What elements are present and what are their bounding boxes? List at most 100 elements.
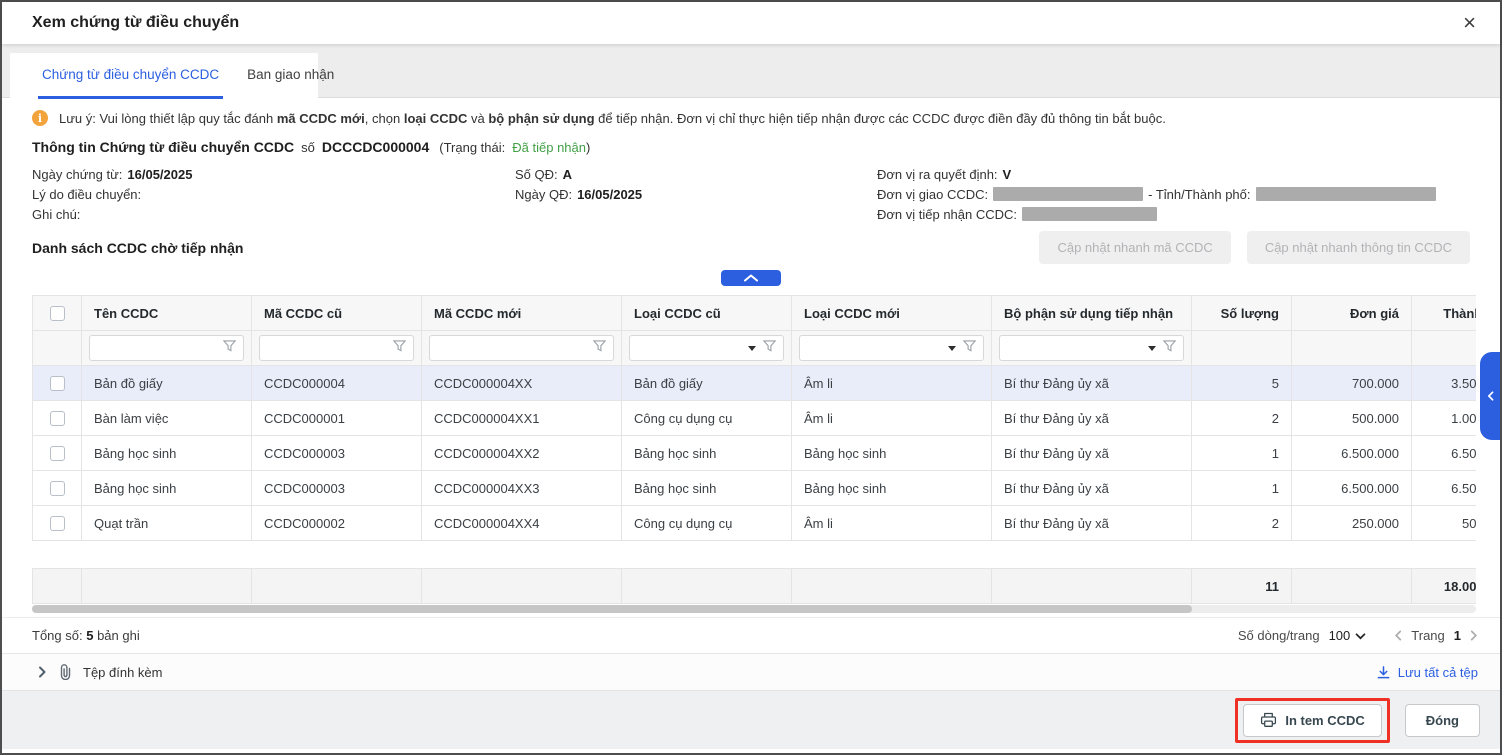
cell: Bảng học sinh — [792, 436, 992, 471]
total-quantity: 11 — [1192, 569, 1292, 604]
page-title: Xem chứng từ điều chuyển — [32, 14, 1463, 32]
cell: Bảng học sinh — [622, 471, 792, 506]
action-bar: In tem CCDC Đóng — [2, 691, 1500, 749]
col-so-luong[interactable]: Số lượng — [1192, 296, 1292, 331]
annotation-highlight-box: In tem CCDC — [1235, 698, 1389, 743]
field-don-vi-giao: Đơn vị giao CCDC:- Tỉnh/Thành phố: — [877, 184, 1470, 204]
print-label-button[interactable]: In tem CCDC — [1243, 704, 1381, 737]
next-page-button[interactable] — [1470, 630, 1478, 641]
save-all-files-link[interactable]: Lưu tất cả tệp — [1376, 665, 1478, 680]
filter-input-ma-ccdc-moi[interactable] — [437, 337, 586, 359]
row-checkbox-cell — [33, 366, 82, 401]
row-checkbox-cell — [33, 436, 82, 471]
filter-funnel-icon[interactable] — [1163, 340, 1176, 356]
header-checkbox-cell — [33, 296, 82, 331]
field-ngay-chung-tu: Ngày chứng từ:16/05/2025 — [32, 164, 515, 184]
filter-cell — [82, 331, 252, 366]
horizontal-scrollbar[interactable] — [32, 605, 1476, 613]
col-ten-ccdc[interactable]: Tên CCDC — [82, 296, 252, 331]
filter-funnel-icon[interactable] — [223, 340, 236, 356]
cell: Công cụ dụng cụ — [622, 401, 792, 436]
list-title: Danh sách CCDC chờ tiếp nhận — [32, 240, 1023, 256]
collapse-button[interactable] — [721, 270, 781, 286]
filter-row — [33, 331, 1477, 366]
doc-number: DCCCDC000004 — [322, 139, 429, 155]
filter-funnel-icon[interactable] — [963, 340, 976, 356]
cell: Bảng học sinh — [622, 436, 792, 471]
attachments-label[interactable]: Tệp đính kèm — [83, 665, 163, 680]
row-checkbox[interactable] — [50, 481, 65, 496]
redacted-value — [993, 187, 1143, 201]
prev-page-button[interactable] — [1394, 630, 1402, 641]
expand-chevron-icon[interactable] — [38, 666, 47, 678]
col-thanh-tien[interactable]: Thành tiền — [1412, 296, 1477, 331]
cell: Bí thư Đảng ủy xã — [992, 366, 1192, 401]
filter-select-bo-phan[interactable] — [1007, 337, 1141, 359]
scrollbar-thumb[interactable] — [32, 605, 1192, 613]
caret-down-icon[interactable] — [748, 346, 756, 351]
field-ly-do: Lý do điều chuyển: — [32, 184, 515, 204]
cell: CCDC000003 — [252, 471, 422, 506]
filter-select-loai-ccdc-cu[interactable] — [637, 337, 741, 359]
page-label: Trang — [1411, 628, 1444, 643]
cell: CCDC000004XX2 — [422, 436, 622, 471]
filter-empty-cell — [1192, 331, 1292, 366]
doc-info-row: Thông tin Chứng từ điều chuyển CCDC số D… — [32, 139, 1470, 155]
caret-down-icon[interactable] — [1148, 346, 1156, 351]
quick-update-info-button[interactable]: Cập nhật nhanh thông tin CCDC — [1247, 231, 1470, 264]
paperclip-icon — [58, 664, 72, 680]
cell: Bí thư Đảng ủy xã — [992, 506, 1192, 541]
col-ma-ccdc-cu[interactable]: Mã CCDC cũ — [252, 296, 422, 331]
quick-update-code-button[interactable]: Cập nhật nhanh mã CCDC — [1039, 231, 1230, 264]
cell: Bản đồ giấy — [82, 366, 252, 401]
col-don-gia[interactable]: Đơn giá — [1292, 296, 1412, 331]
table-row[interactable]: Bảng học sinhCCDC000003CCDC000004XX3Bảng… — [33, 471, 1477, 506]
filter-funnel-icon[interactable] — [393, 340, 406, 356]
cell: Bảng học sinh — [82, 471, 252, 506]
cell: Bản đồ giấy — [622, 366, 792, 401]
row-checkbox[interactable] — [50, 516, 65, 531]
filter-funnel-icon[interactable] — [593, 340, 606, 356]
rows-per-page-select[interactable]: 100 — [1329, 628, 1367, 643]
filter-select-loai-ccdc-moi[interactable] — [807, 337, 941, 359]
redacted-value — [1022, 207, 1157, 221]
tab-ban-giao-nhan[interactable]: Ban giao nhận — [243, 53, 338, 99]
cell: CCDC000001 — [252, 401, 422, 436]
row-checkbox[interactable] — [50, 446, 65, 461]
filter-cell — [792, 331, 992, 366]
filter-empty-cell — [33, 331, 82, 366]
row-checkbox-cell — [33, 471, 82, 506]
select-all-checkbox[interactable] — [50, 306, 65, 321]
table-row[interactable]: Bàn làm việcCCDC000001CCDC000004XX1Công … — [33, 401, 1477, 436]
redacted-value — [1256, 187, 1436, 201]
filter-input-ten-ccdc[interactable] — [97, 337, 216, 359]
col-loai-ccdc-cu[interactable]: Loại CCDC cũ — [622, 296, 792, 331]
row-checkbox[interactable] — [50, 411, 65, 426]
filter-funnel-icon[interactable] — [763, 340, 776, 356]
col-ma-ccdc-moi[interactable]: Mã CCDC mới — [422, 296, 622, 331]
table-header-row: Tên CCDC Mã CCDC cũ Mã CCDC mới Loại CCD… — [33, 296, 1477, 331]
tab-chung-tu-dieu-chuyen-ccdc[interactable]: Chứng từ điều chuyển CCDC — [38, 53, 223, 99]
cell: Bí thư Đảng ủy xã — [992, 471, 1192, 506]
row-checkbox-cell — [33, 506, 82, 541]
cell: CCDC000004XX3 — [422, 471, 622, 506]
filter-empty-cell — [1412, 331, 1477, 366]
table-row[interactable]: Quạt trầnCCDC000002CCDC000004XX4Công cụ … — [33, 506, 1477, 541]
cell: CCDC000004XX — [422, 366, 622, 401]
side-panel-toggle[interactable] — [1480, 352, 1500, 440]
caret-down-icon[interactable] — [948, 346, 956, 351]
pagination: Số dòng/trang 100 Trang 1 — [1238, 628, 1478, 643]
info-icon: i — [32, 110, 48, 126]
cell: Âm li — [792, 506, 992, 541]
filter-input-ma-ccdc-cu[interactable] — [267, 337, 386, 359]
col-loai-ccdc-moi[interactable]: Loại CCDC mới — [792, 296, 992, 331]
note-bar: i Lưu ý: Vui lòng thiết lập quy tắc đánh… — [32, 110, 1470, 126]
modal-header: Xem chứng từ điều chuyển × — [2, 2, 1500, 44]
row-checkbox[interactable] — [50, 376, 65, 391]
table-row[interactable]: Bản đồ giấyCCDC000004CCDC000004XXBản đồ … — [33, 366, 1477, 401]
close-button[interactable]: Đóng — [1405, 704, 1480, 737]
col-bo-phan-su-dung[interactable]: Bộ phận sử dụng tiếp nhận — [992, 296, 1192, 331]
table-row[interactable]: Bảng học sinhCCDC000003CCDC000004XX2Bảng… — [33, 436, 1477, 471]
detail-col-right: Đơn vị ra quyết định:V Đơn vị giao CCDC:… — [877, 164, 1470, 224]
close-icon[interactable]: × — [1463, 12, 1476, 34]
